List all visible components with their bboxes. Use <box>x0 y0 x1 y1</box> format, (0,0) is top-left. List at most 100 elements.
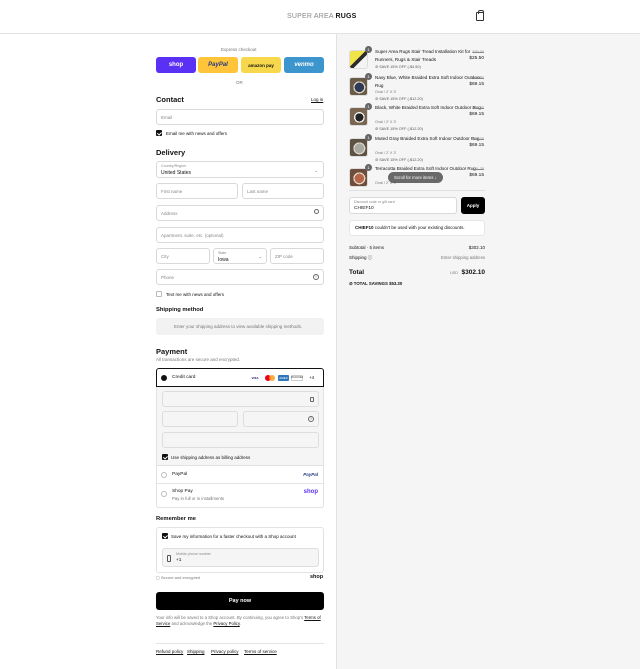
sms-label: Text me with news and offers <box>166 292 224 297</box>
payment-subtitle: All transactions are secure and encrypte… <box>156 357 241 362</box>
last-name-field[interactable]: Last name <box>242 183 324 199</box>
product-image <box>349 107 368 126</box>
item-variant: Oval / 2' X 3' <box>375 120 397 124</box>
login-link[interactable]: Log in <box>311 97 323 102</box>
name-on-card-field[interactable] <box>162 432 319 448</box>
item-savings: ⊘ SAVE 15% OFF (-$12.20) <box>375 158 423 162</box>
apply-discount-button[interactable]: Apply <box>461 197 485 214</box>
mobile-phone-value: +1 <box>176 558 182 563</box>
mobile-phone-field[interactable]: Mobile phone number +1 <box>162 548 319 567</box>
security-code-field[interactable]: ? <box>243 411 319 427</box>
footer-divider <box>156 643 324 644</box>
last-name-placeholder: Last name <box>247 189 269 194</box>
mastercard-icon <box>265 375 275 381</box>
country-value: United States <box>161 170 192 176</box>
phone-field[interactable]: Phone ? <box>156 269 324 285</box>
radio-unselected[interactable] <box>161 491 167 497</box>
apartment-field[interactable]: Apartment, suite, etc. (optional) <box>156 227 324 243</box>
zip-field[interactable]: ZIP code <box>270 248 324 264</box>
email-field[interactable]: Email <box>156 109 324 125</box>
remember-me-heading: Remember me <box>156 516 196 522</box>
item-variant: Oval / 2' X 3' <box>375 151 397 155</box>
secure-encrypted-text: ▢ Secure and encrypted <box>156 575 201 580</box>
discount-error-code: CHIEF10 <box>355 225 374 230</box>
items-divider <box>349 190 485 191</box>
discount-code-label: Discount code or gift card <box>354 200 395 204</box>
billing-same-label: Use shipping address as billing address <box>171 455 251 460</box>
legal-text: Your info will be saved to a Shop accoun… <box>156 615 321 626</box>
contact-heading: Contact <box>156 95 184 104</box>
discover-icon: DISCOVER <box>291 375 303 381</box>
discount-code-field[interactable]: Discount code or gift card CHIEF10 <box>349 197 457 214</box>
shipping-method-heading: Shipping method <box>156 307 204 313</box>
quantity-badge: 1 <box>365 103 372 110</box>
country-select[interactable]: Country/Region United States ⌄ <box>156 161 324 178</box>
info-icon[interactable]: ⓘ <box>368 255 373 260</box>
shop-pay-logo: shop <box>303 489 318 495</box>
amazon-pay-button[interactable]: amazon pay <box>241 57 281 73</box>
subtotal-value: $302.10 <box>468 245 485 250</box>
billing-same-checkbox[interactable] <box>162 454 168 460</box>
radio-unselected[interactable] <box>161 472 167 478</box>
discount-error-text: couldn't be used with your existing disc… <box>373 225 465 230</box>
country-label: Country/Region <box>161 164 186 168</box>
address-placeholder: Address <box>161 211 178 216</box>
product-image <box>349 138 368 157</box>
help-icon[interactable]: ? <box>313 274 319 280</box>
state-select[interactable]: State Iowa ⌄ <box>213 248 267 264</box>
item-original-price: $30.00 <box>472 50 484 54</box>
mobile-phone-label: Mobile phone number <box>176 552 211 556</box>
mobile-phone-icon <box>167 555 171 562</box>
address-field[interactable]: Address <box>156 205 324 221</box>
credit-card-option[interactable]: Credit card VISA AMEX DISCOVER +4 <box>156 368 324 387</box>
shipping-label: Shipping ⓘ <box>349 255 373 260</box>
sms-checkbox[interactable] <box>156 291 162 297</box>
express-checkout-title: Express checkout <box>221 47 257 52</box>
shop-pay-sublabel: Pay in full or in installments <box>172 496 225 501</box>
shop-pay-label: Shop Pay <box>172 489 193 494</box>
payment-heading: Payment <box>156 347 188 356</box>
pay-now-button[interactable]: Pay now <box>156 592 324 610</box>
save-info-label: Save my information for a faster checkou… <box>171 534 296 539</box>
radio-selected[interactable] <box>161 375 167 381</box>
shopping-bag-icon[interactable] <box>476 10 484 21</box>
shop-pay-button[interactable]: shop <box>156 57 196 73</box>
item-original-price: $81.35 <box>472 76 484 80</box>
city-field[interactable]: City <box>156 248 210 264</box>
header: SUPER AREA RUGS <box>0 0 640 34</box>
shop-logo: shop <box>310 574 324 580</box>
shipping-notice: Enter your shipping address to view avai… <box>156 318 324 335</box>
scroll-more-items-pill[interactable]: Scroll for more items ↓ <box>388 172 443 183</box>
phone-placeholder: Phone <box>161 275 175 280</box>
paypal-button[interactable]: PayPal <box>198 57 238 73</box>
refund-policy-link[interactable]: Refund policy <box>156 649 183 654</box>
first-name-field[interactable]: First name <box>156 183 238 199</box>
venmo-button[interactable]: venmo <box>284 57 324 73</box>
item-price: $69.15 <box>469 143 484 148</box>
apartment-placeholder: Apartment, suite, etc. (optional) <box>161 233 224 238</box>
item-savings: ⊘ SAVE 15% OFF (-$12.20) <box>375 97 423 101</box>
total-savings: ⊘ TOTAL SAVINGS $53.30 <box>349 281 403 286</box>
save-info-checkbox[interactable] <box>162 533 168 539</box>
paypal-option[interactable]: PayPal PayPal <box>156 466 324 484</box>
discount-error-banner: CHIEF10 couldn't be used with your exist… <box>349 220 485 236</box>
help-icon[interactable]: ? <box>308 416 314 422</box>
shipping-link[interactable]: Shipping <box>187 649 205 654</box>
brand-logo[interactable]: SUPER AREA RUGS <box>287 13 357 20</box>
total-value: $302.10 <box>461 269 486 276</box>
delivery-heading: Delivery <box>156 148 186 157</box>
item-price: $69.15 <box>469 173 484 178</box>
privacy-policy-footer-link[interactable]: Privacy policy <box>211 649 239 654</box>
item-price: $69.15 <box>469 112 484 117</box>
newsletter-checkbox[interactable] <box>156 130 162 136</box>
arrow-down-icon: ↓ <box>434 175 437 180</box>
shop-pay-option[interactable]: Shop Pay Pay in full or in installments … <box>156 484 324 508</box>
terms-of-service-footer-link[interactable]: Terms of service <box>244 649 277 654</box>
privacy-policy-link[interactable]: Privacy Policy <box>213 621 239 626</box>
quantity-badge: 1 <box>365 134 372 141</box>
visa-icon: VISA <box>251 376 259 380</box>
item-original-price: $81.35 <box>472 106 484 110</box>
paypal-logo: PayPal <box>303 472 318 477</box>
card-number-field[interactable] <box>162 391 319 407</box>
expiration-field[interactable] <box>162 411 238 427</box>
